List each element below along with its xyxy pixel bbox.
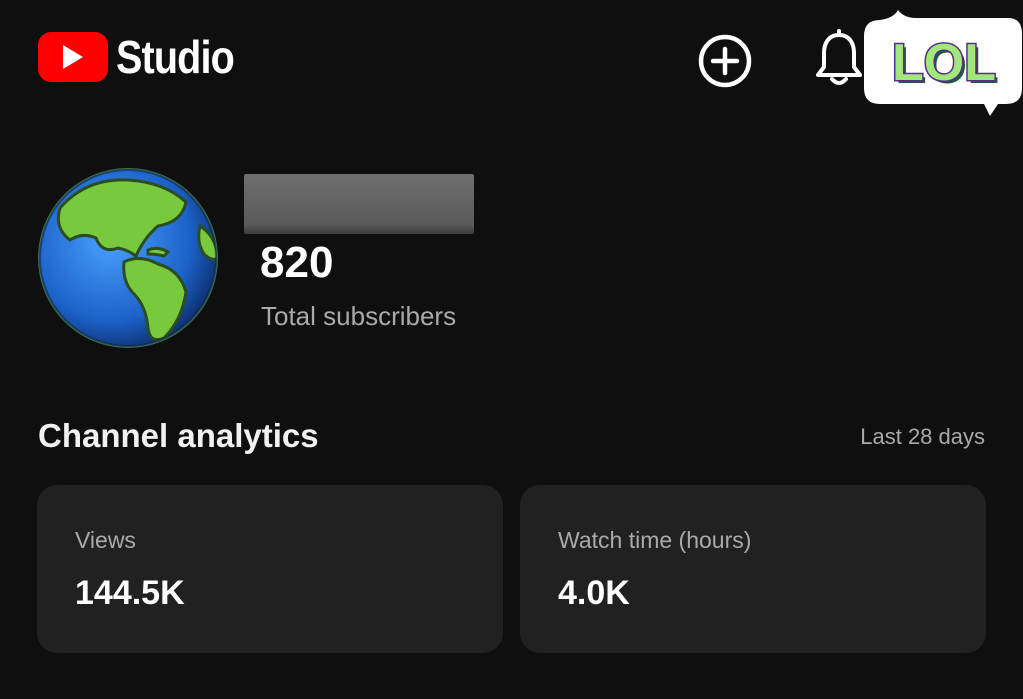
globe-icon bbox=[38, 168, 218, 348]
section-title-analytics: Channel analytics bbox=[38, 417, 319, 454]
channel-avatar[interactable] bbox=[36, 166, 220, 350]
channel-name-redacted bbox=[244, 174, 474, 234]
lol-sticker: LOL LOL bbox=[858, 8, 1023, 118]
watch-time-card[interactable]: Watch time (hours) 4.0K bbox=[520, 485, 986, 653]
views-value: 144.5K bbox=[75, 574, 185, 612]
youtube-logo-icon bbox=[38, 32, 108, 82]
views-card[interactable]: Views 144.5K bbox=[37, 485, 503, 653]
youtube-studio-logo[interactable]: Studio bbox=[38, 32, 253, 82]
svg-text:LOL: LOL bbox=[892, 34, 996, 92]
create-button[interactable] bbox=[694, 30, 756, 92]
subscriber-label: Total subscribers bbox=[261, 301, 457, 331]
create-plus-icon bbox=[698, 34, 752, 88]
subscriber-count: 820 bbox=[260, 238, 334, 287]
views-label: Views bbox=[75, 527, 136, 553]
date-range-selector[interactable]: Last 28 days bbox=[860, 422, 985, 452]
watch-time-value: 4.0K bbox=[558, 574, 630, 612]
watch-time-label: Watch time (hours) bbox=[558, 527, 752, 553]
app-name: Studio bbox=[116, 31, 235, 83]
